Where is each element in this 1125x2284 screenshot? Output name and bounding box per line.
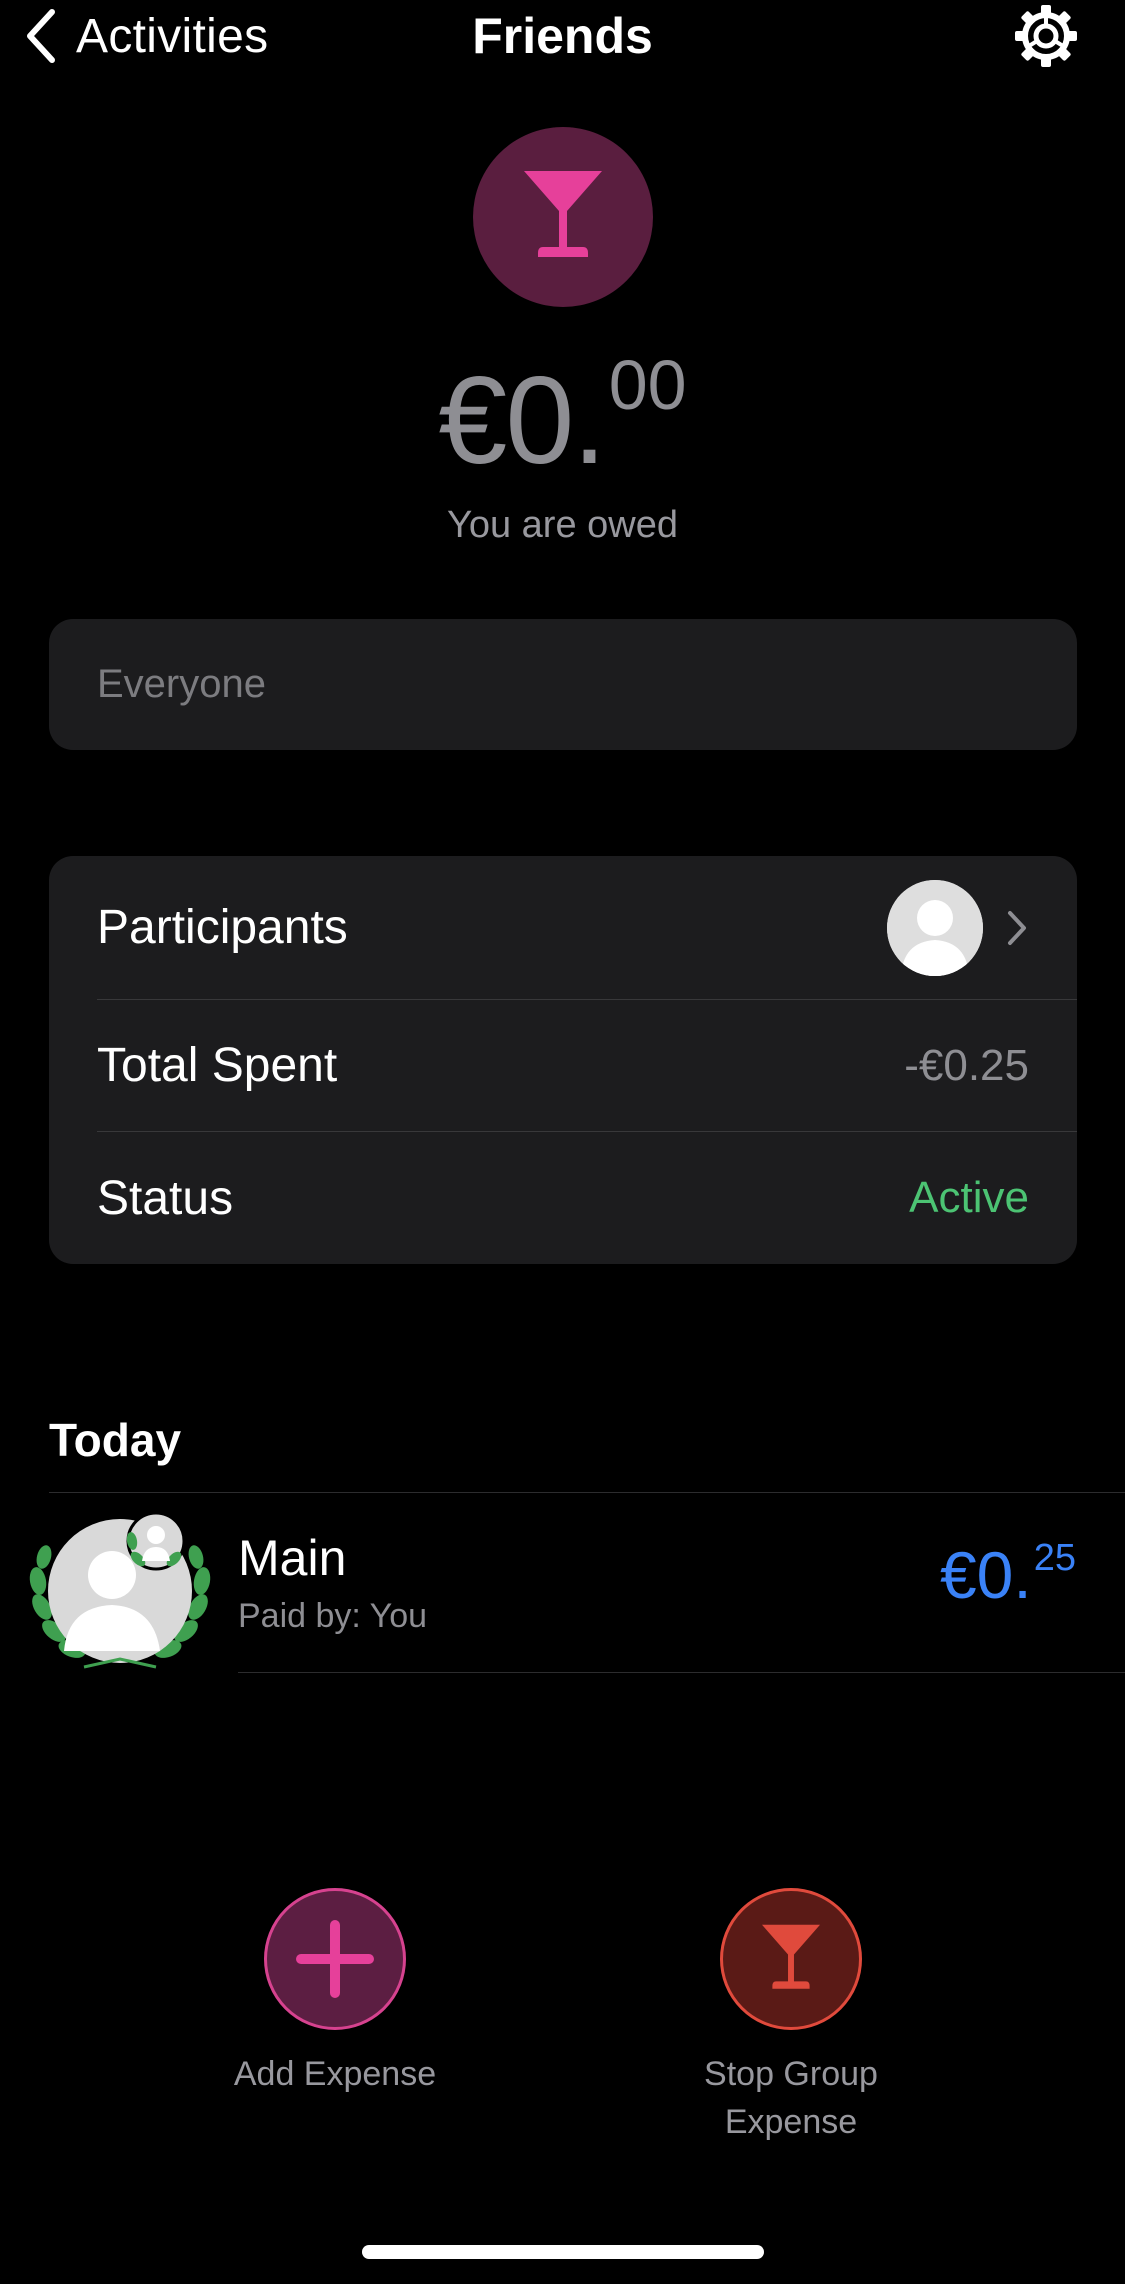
status-label: Status (97, 1171, 234, 1225)
plus-icon (296, 1920, 374, 1998)
balance-caption: You are owed (446, 504, 678, 546)
balance-cents: 00 (608, 346, 687, 424)
participant-avatar (887, 879, 983, 976)
cocktail-glass-icon (524, 171, 602, 257)
stop-group-expense-circle (720, 1888, 862, 2030)
back-button[interactable]: Activities (22, 0, 268, 72)
row-divider (238, 1672, 1125, 1673)
add-expense-label: Add Expense (233, 2055, 437, 2093)
expense-amount-cents: 25 (1033, 1537, 1076, 1579)
settings-button[interactable] (1014, 4, 1078, 68)
stop-group-expense-label: Stop Group Expense (704, 2055, 878, 2141)
total-spent-label: Total Spent (97, 1039, 338, 1092)
balance-amount: €0.00 (0, 345, 1125, 492)
participant-filter[interactable]: Everyone (49, 619, 1077, 750)
expense-avatar (29, 1511, 211, 1669)
total-spent-value: -€0.25 (904, 1040, 1029, 1090)
expense-amount: €0.25 (940, 1537, 1076, 1613)
expense-paid-by: Paid by: You (238, 1597, 428, 1635)
status-value: Active (909, 1173, 1029, 1222)
stop-group-expense-button[interactable]: Stop Group Expense (641, 1888, 941, 2146)
chevron-right-icon (1008, 910, 1026, 945)
add-expense-circle (264, 1888, 406, 2030)
gear-icon (1015, 5, 1077, 67)
participants-label: Participants (97, 901, 348, 954)
back-label: Activities (76, 9, 269, 63)
add-expense-button[interactable]: Add Expense (185, 1888, 485, 2098)
total-spent-row: Total Spent -€0.25 (49, 1000, 1077, 1131)
balance-main: €0. (438, 352, 606, 490)
expense-row[interactable]: Main Paid by: You €0.25 (0, 1493, 1125, 1673)
page-title: Friends (472, 8, 653, 64)
chevron-left-icon (27, 9, 55, 63)
filter-label: Everyone (97, 662, 266, 706)
cocktail-glass-icon (761, 1924, 821, 1989)
expense-amount-main: €0. (939, 1538, 1032, 1612)
navigation-bar: Activities Friends (0, 0, 1125, 76)
expense-title: Main (238, 1530, 347, 1586)
participants-row[interactable]: Participants (49, 856, 1077, 999)
group-avatar (473, 127, 653, 307)
group-info-card: Participants Total Spent -€0.25 Status A… (49, 856, 1077, 1264)
section-title-today: Today (49, 1414, 182, 1466)
home-indicator[interactable] (362, 2245, 764, 2259)
status-row: Status Active (49, 1132, 1077, 1264)
